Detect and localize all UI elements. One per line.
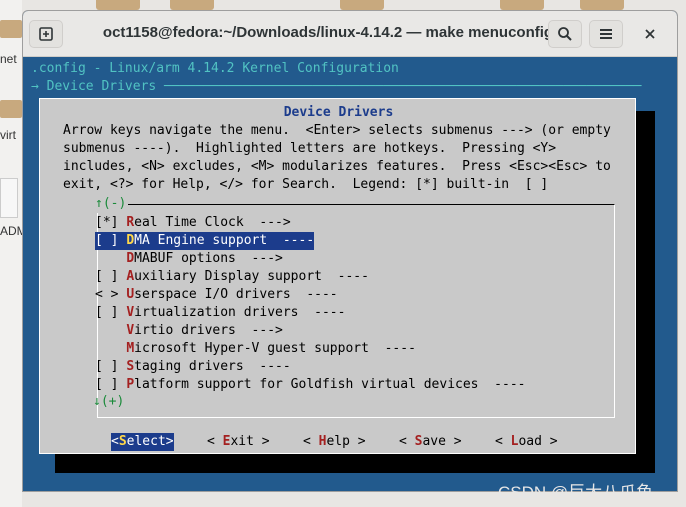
scroll-up-indicator[interactable]: ↑(-)	[93, 195, 129, 213]
item-label: icrosoft Hyper-V guest support ----	[134, 341, 416, 356]
desktop-item-label[interactable]: ADM	[0, 224, 22, 238]
button-bracket: >	[445, 434, 462, 449]
help-text: Arrow keys navigate the menu. <Enter> se…	[63, 122, 611, 194]
item-hotkey: S	[126, 359, 135, 374]
dialog-title: Device Drivers	[283, 105, 394, 120]
desktop-item-label[interactable]: virt	[0, 128, 22, 142]
search-icon	[558, 27, 572, 41]
menu-item-auxiliary-display[interactable]: [ ] Auxiliary Display support ----	[95, 268, 369, 286]
search-button[interactable]	[548, 20, 582, 48]
close-icon	[645, 29, 655, 39]
title-bar: oct1158@fedora:~/Downloads/linux-4.14.2 …	[23, 11, 677, 57]
item-label: serspace I/O drivers ----	[134, 287, 338, 302]
item-checkbox: [ ]	[95, 377, 127, 392]
menu-item-userspace-io[interactable]: < > Userspace I/O drivers ----	[95, 286, 338, 304]
menu-item-dmabuf-options[interactable]: DMABUF options --->	[95, 250, 283, 268]
help-line: submenus ----). Highlighted letters are …	[63, 141, 557, 156]
desktop-folder-icon[interactable]	[0, 100, 22, 118]
load-button[interactable]: < Load >	[495, 433, 558, 451]
item-label: irtio drivers --->	[134, 323, 283, 338]
watermark: CSDN @巨大八爪鱼	[498, 483, 654, 502]
new-tab-button[interactable]	[29, 20, 63, 48]
menu-item-dma-engine-support[interactable]: [ ] DMA Engine support ----	[95, 232, 315, 250]
button-bracket: >	[541, 434, 558, 449]
menu-item-virtio-drivers[interactable]: Virtio drivers --->	[95, 322, 283, 340]
menu-item-hyper-v[interactable]: Microsoft Hyper-V guest support ----	[95, 340, 416, 358]
item-checkbox	[95, 341, 126, 356]
scroll-down-indicator[interactable]: ↓(+)	[93, 393, 124, 411]
item-label: taging drivers ----	[134, 359, 291, 374]
desktop-folder-icon	[580, 0, 624, 10]
item-checkbox: [ ]	[95, 359, 127, 374]
save-button[interactable]: < Save >	[399, 433, 462, 451]
button-bracket: >	[253, 434, 270, 449]
item-hotkey: U	[126, 287, 135, 302]
menu-button[interactable]	[589, 20, 623, 48]
new-tab-icon	[39, 27, 53, 41]
help-line: exit, <?> for Help, </> for Search. Lege…	[63, 177, 549, 192]
button-label: elp	[326, 434, 350, 449]
button-bracket: <	[495, 434, 511, 449]
desktop-background: net virt ADM	[0, 0, 22, 507]
item-hotkey: V	[126, 305, 135, 320]
menu-item-virtualization-drivers[interactable]: [ ] Virtualization drivers ----	[95, 304, 345, 322]
item-hotkey: A	[126, 269, 135, 284]
hamburger-menu-icon	[600, 29, 612, 39]
item-label: eal Time Clock --->	[134, 215, 291, 230]
menu-item-goldfish-platform[interactable]: [ ] Platform support for Goldfish virtua…	[95, 376, 525, 394]
item-label: MA Engine support ----	[134, 233, 315, 248]
item-checkbox: [ ]	[95, 233, 127, 248]
button-bracket: >	[349, 434, 366, 449]
button-label: xit	[230, 434, 254, 449]
menu-item-staging-drivers[interactable]: [ ] Staging drivers ----	[95, 358, 291, 376]
desktop-folder-icon	[96, 0, 140, 10]
button-bracket: <	[399, 434, 415, 449]
desktop-folder-icon	[500, 0, 544, 10]
breadcrumb: → Device Drivers ───────────────────────…	[31, 79, 642, 94]
item-label: latform support for Goldfish virtual dev…	[134, 377, 526, 392]
item-hotkey: P	[126, 377, 135, 392]
terminal-window: oct1158@fedora:~/Downloads/linux-4.14.2 …	[22, 10, 678, 492]
menu-item-real-time-clock[interactable]: [*] Real Time Clock --->	[95, 214, 291, 232]
desktop-folder-icon	[170, 0, 214, 10]
item-hotkey: D	[126, 233, 135, 248]
button-label: elect	[126, 434, 166, 449]
button-label: oad	[518, 434, 542, 449]
close-button[interactable]	[639, 23, 661, 45]
help-line: includes, <N> excludes, <M> modularizes …	[63, 159, 611, 174]
button-bracket: >	[165, 434, 174, 449]
item-checkbox: [ ]	[95, 305, 127, 320]
item-checkbox: [ ]	[95, 269, 127, 284]
help-line: Arrow keys navigate the menu. <Enter> se…	[63, 123, 611, 138]
window-title: oct1158@fedora:~/Downloads/linux-4.14.2 …	[102, 24, 554, 41]
desktop-document-icon[interactable]	[0, 178, 18, 218]
select-button[interactable]: <Select>	[111, 433, 174, 451]
item-label: irtualization drivers ----	[134, 305, 346, 320]
item-checkbox	[95, 251, 126, 266]
button-bracket: <	[111, 434, 119, 449]
desktop-folder-icon	[340, 0, 384, 10]
item-hotkey: D	[126, 251, 135, 266]
exit-button[interactable]: < Exit >	[207, 433, 270, 451]
button-hotkey: S	[118, 434, 127, 449]
item-label: uxiliary Display support ----	[134, 269, 369, 284]
item-checkbox	[95, 323, 126, 338]
item-checkbox: < >	[95, 287, 127, 302]
help-button[interactable]: < Help >	[303, 433, 366, 451]
desktop-item-label[interactable]: net	[0, 52, 22, 66]
button-label: ave	[422, 434, 446, 449]
button-bracket: <	[207, 434, 223, 449]
item-checkbox: [*]	[95, 215, 127, 230]
menuconfig-dialog: Device Drivers Arrow keys navigate the m…	[39, 98, 636, 454]
item-hotkey: M	[126, 341, 135, 356]
item-label: MABUF options --->	[134, 251, 283, 266]
button-bracket: <	[303, 434, 319, 449]
desktop-folder-icon[interactable]	[0, 20, 22, 38]
item-hotkey: V	[126, 323, 135, 338]
item-hotkey: R	[126, 215, 135, 230]
config-header: .config - Linux/arm 4.14.2 Kernel Config…	[31, 61, 399, 76]
